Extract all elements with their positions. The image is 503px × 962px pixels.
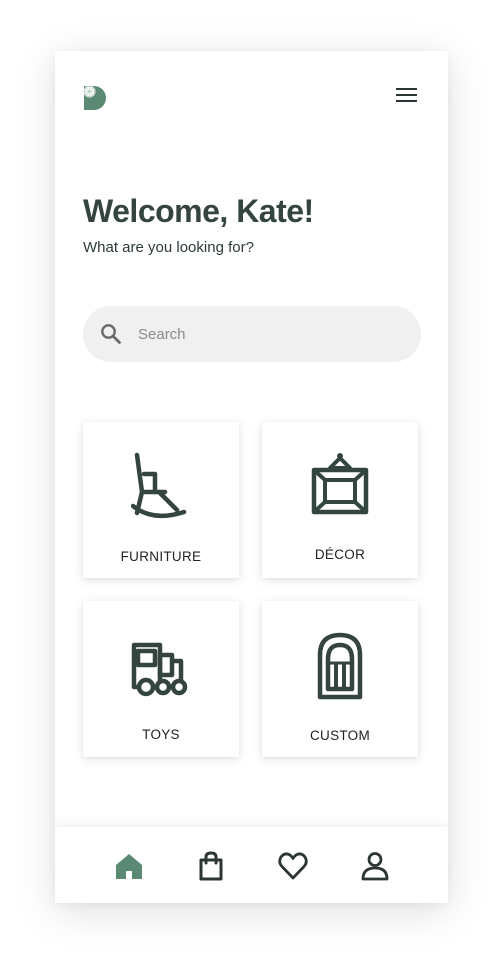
nav-shop-button[interactable] [196,851,226,881]
leaf-d-logo-icon[interactable] [82,84,109,110]
menu-button[interactable] [393,87,419,107]
bottom-nav [55,827,448,903]
search-bar[interactable] [83,306,421,362]
arched-window-icon [310,631,370,701]
shopping-bag-icon [196,851,226,885]
rocking-chair-icon [130,452,191,522]
frame-icon [310,452,370,522]
category-card-furniture[interactable]: FURNITURE [83,422,239,578]
nav-favorites-button[interactable] [278,851,308,881]
search-input[interactable] [138,320,398,348]
app-screen: Welcome, Kate! What are you looking for? [55,51,448,903]
category-label: CUSTOM [309,728,371,743]
hamburger-menu-icon [395,87,417,107]
home-icon [114,854,144,885]
category-card-toys[interactable]: TOYS [83,601,239,757]
welcome-heading: Welcome, Kate! [83,193,314,229]
category-card-custom[interactable]: CUSTOM [262,601,418,757]
user-icon [360,852,390,885]
category-label: FURNITURE [120,549,202,564]
category-label: TOYS [142,727,180,742]
category-card-decor[interactable]: DÉCOR [262,422,418,578]
nav-profile-button[interactable] [360,851,390,881]
toy-train-icon [131,631,191,701]
search-icon [100,323,122,345]
heart-icon [278,852,308,885]
category-label: DÉCOR [314,547,366,562]
welcome-subtitle: What are you looking for? [83,239,254,256]
nav-home-button[interactable] [114,851,144,881]
